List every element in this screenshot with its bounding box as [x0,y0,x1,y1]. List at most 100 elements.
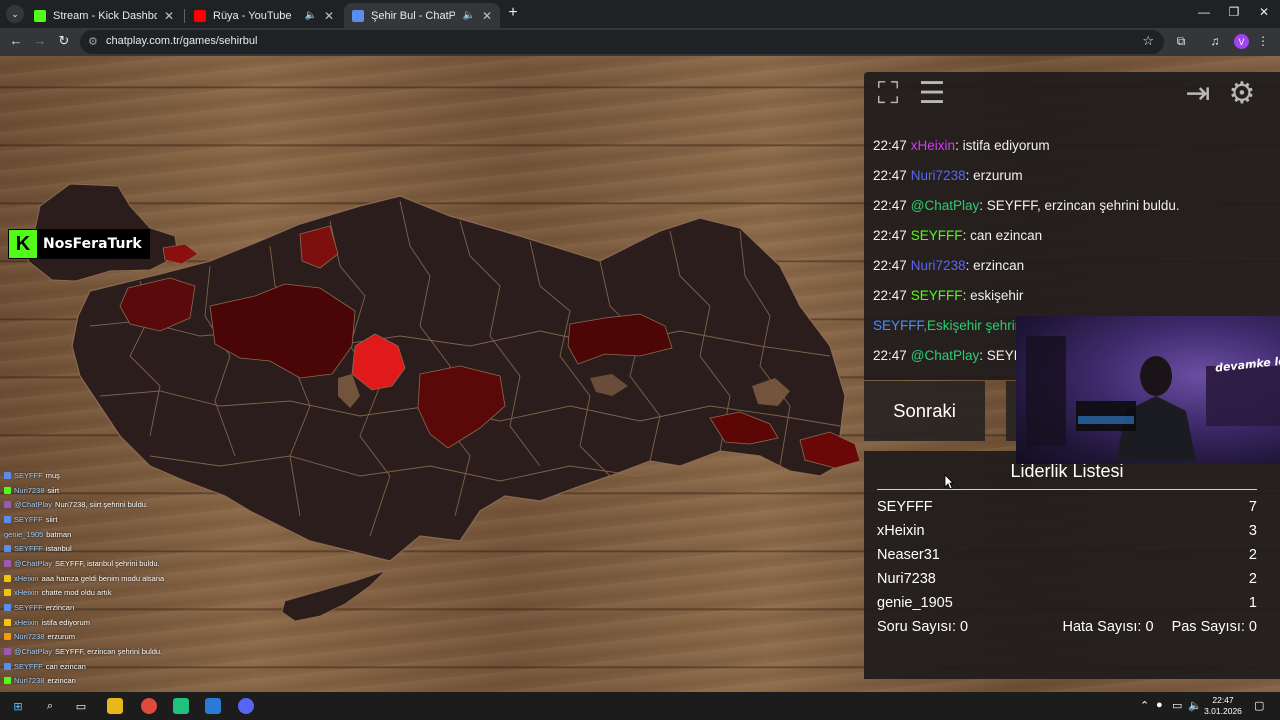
speaker-icon[interactable]: 🔈 [304,10,316,21]
taskbar-clock[interactable]: 22:47 3.01.2026 [1200,695,1246,717]
tab-title: Stream - Kick Dashboard [53,9,157,22]
list-icon[interactable]: ☰ [914,76,950,112]
player-name: SEYFFF [877,499,933,515]
overlay-text: erzincan [47,676,76,686]
leaderboard-row: xHeixin 3 [877,519,1257,543]
network-icon[interactable]: ▭ [1172,699,1182,712]
overlay-user: @ChatPlay [14,500,53,510]
overlay-user: SEYFFF [14,544,43,554]
chat-message: 22:47 xHeixin: istifa ediyorum [864,130,1280,160]
back-button[interactable]: ← [7,33,25,48]
minimize-button[interactable]: — [1196,5,1212,19]
file-explorer-icon[interactable] [107,698,123,714]
overlay-user: genie_1905 [4,529,44,539]
overlay-text: chatte mod oldu artık [41,588,112,598]
tab-search-button[interactable]: ⌄ [6,5,24,23]
message-time: 22:47 [873,197,907,213]
tray-chevron-icon[interactable]: ⌃ [1140,699,1149,712]
player-name: genie_1905 [877,595,953,611]
url-text: chatplay.com.tr/games/sehirbul [106,35,258,47]
badge-icon [4,471,11,479]
close-tab-icon[interactable]: ✕ [482,9,492,23]
pass-count: Pas Sayısı: 0 [1171,619,1257,635]
leaderboard-row: genie_1905 1 [877,591,1257,615]
browser-menu-icon[interactable]: ⋮ [1255,34,1271,48]
player-score: 3 [1248,523,1257,539]
next-button[interactable]: Sonraki [864,381,985,441]
message-user[interactable]: Nuri7238 [911,168,966,183]
message-user[interactable]: SEYFFF, [873,318,927,333]
cyprus [281,570,386,622]
badge-icon [4,559,11,567]
new-tab-button[interactable]: + [506,4,520,22]
browser-toolbar: ← → ↻ ⚙ chatplay.com.tr/games/sehirbul ☆… [0,28,1280,56]
overlay-user: SEYFFF [14,603,43,613]
speaker-icon[interactable]: 🔈 [462,10,474,21]
message-user[interactable]: xHeixin [911,138,955,153]
badge-icon [4,545,11,553]
badge-icon [4,677,11,685]
app-icon-2[interactable] [205,698,221,714]
overlay-user: SEYFFF [14,514,43,524]
overlay-chat-line: @ChatPlay Nuri7238, siirt şehrini buldu. [4,497,224,512]
extensions-icon[interactable]: ⧉ [1173,34,1189,49]
overlay-text: can ezincan [45,661,86,671]
site-info-icon[interactable]: ⚙ [88,35,98,48]
badge-icon [4,662,11,670]
message-text: : can ezincan [962,227,1043,243]
overlay-text: SEYFFF, erzincan şehrini buldu. [55,647,163,657]
message-text: : eskişehir [962,287,1024,303]
overlay-user: xHeixin [14,588,39,598]
microphone-icon[interactable]: ● [1156,699,1163,711]
start-button-icon[interactable]: ⊞ [10,698,26,714]
overlay-text: batman [46,529,72,539]
overlay-text: erzurum [47,632,75,642]
message-user[interactable]: @ChatPlay [911,198,979,213]
settings-gear-icon[interactable]: ⚙ [1224,76,1260,112]
leaderboard-title: Liderlik Listesi [1010,461,1124,481]
message-time: 22:47 [873,287,907,303]
badge-icon [4,501,11,509]
overlay-text: aaa hamza geldi benim modu alsana [41,573,165,583]
badge-icon [4,604,11,612]
overlay-user: @ChatPlay [14,647,53,657]
notification-icon[interactable]: ▢ [1254,699,1264,712]
message-user[interactable]: SEYFFF [911,288,963,303]
webcam-feed: devamke lo [1016,316,1280,464]
overlay-user: SEYFFF [14,661,43,671]
overlay-user: xHeixin [14,617,39,627]
overlay-chat-line: SEYFFF istanbul [4,541,224,556]
kick-favicon-icon [34,9,46,22]
restore-button[interactable]: ❐ [1226,5,1242,19]
address-bar[interactable]: ⚙ chatplay.com.tr/games/sehirbul ☆ [80,30,1164,54]
close-window-button[interactable]: ✕ [1256,5,1272,19]
overlay-user: Nuri7238 [14,632,45,642]
search-icon[interactable]: ⌕ [42,698,58,714]
overlay-chat-line: Nuri7238 erzurum [4,630,224,645]
player-score: 2 [1248,571,1257,587]
close-tab-icon[interactable]: ✕ [324,9,334,23]
message-user[interactable]: @ChatPlay [911,348,979,363]
tab-youtube[interactable]: Rüya - YouTube 🔈 ✕ [186,3,342,28]
media-control-icon[interactable]: ♫ [1207,34,1223,48]
message-user[interactable]: Nuri7238 [911,258,966,273]
game-page: K NosFeraTurk SEYFFF muş Nuri7238 siirt @Cha… [0,56,1280,692]
close-tab-icon[interactable]: ✕ [164,9,174,23]
chrome-icon[interactable] [141,698,157,714]
exit-icon[interactable]: ⇥ [1180,76,1216,112]
badge-icon [4,515,11,523]
forward-button[interactable]: → [31,33,49,48]
overlay-text: siirt [45,514,58,524]
profile-avatar[interactable]: V [1234,34,1249,49]
fullscreen-icon[interactable]: ⛶ [870,76,906,112]
reload-button[interactable]: ↻ [55,33,73,49]
bookmark-star-icon[interactable]: ☆ [1142,33,1154,49]
task-view-icon[interactable]: ▭ [73,698,89,714]
tab-kick-dashboard[interactable]: Stream - Kick Dashboard ✕ [26,3,182,28]
message-user[interactable]: SEYFFF [911,228,963,243]
overlay-chat-line: SEYFFF erzincan [4,600,224,615]
message-time: 22:47 [873,167,907,183]
tab-chatplay[interactable]: Şehir Bul - ChatPlay 🔈 ✕ [344,3,500,28]
discord-icon[interactable] [238,698,254,714]
app-icon[interactable] [173,698,189,714]
